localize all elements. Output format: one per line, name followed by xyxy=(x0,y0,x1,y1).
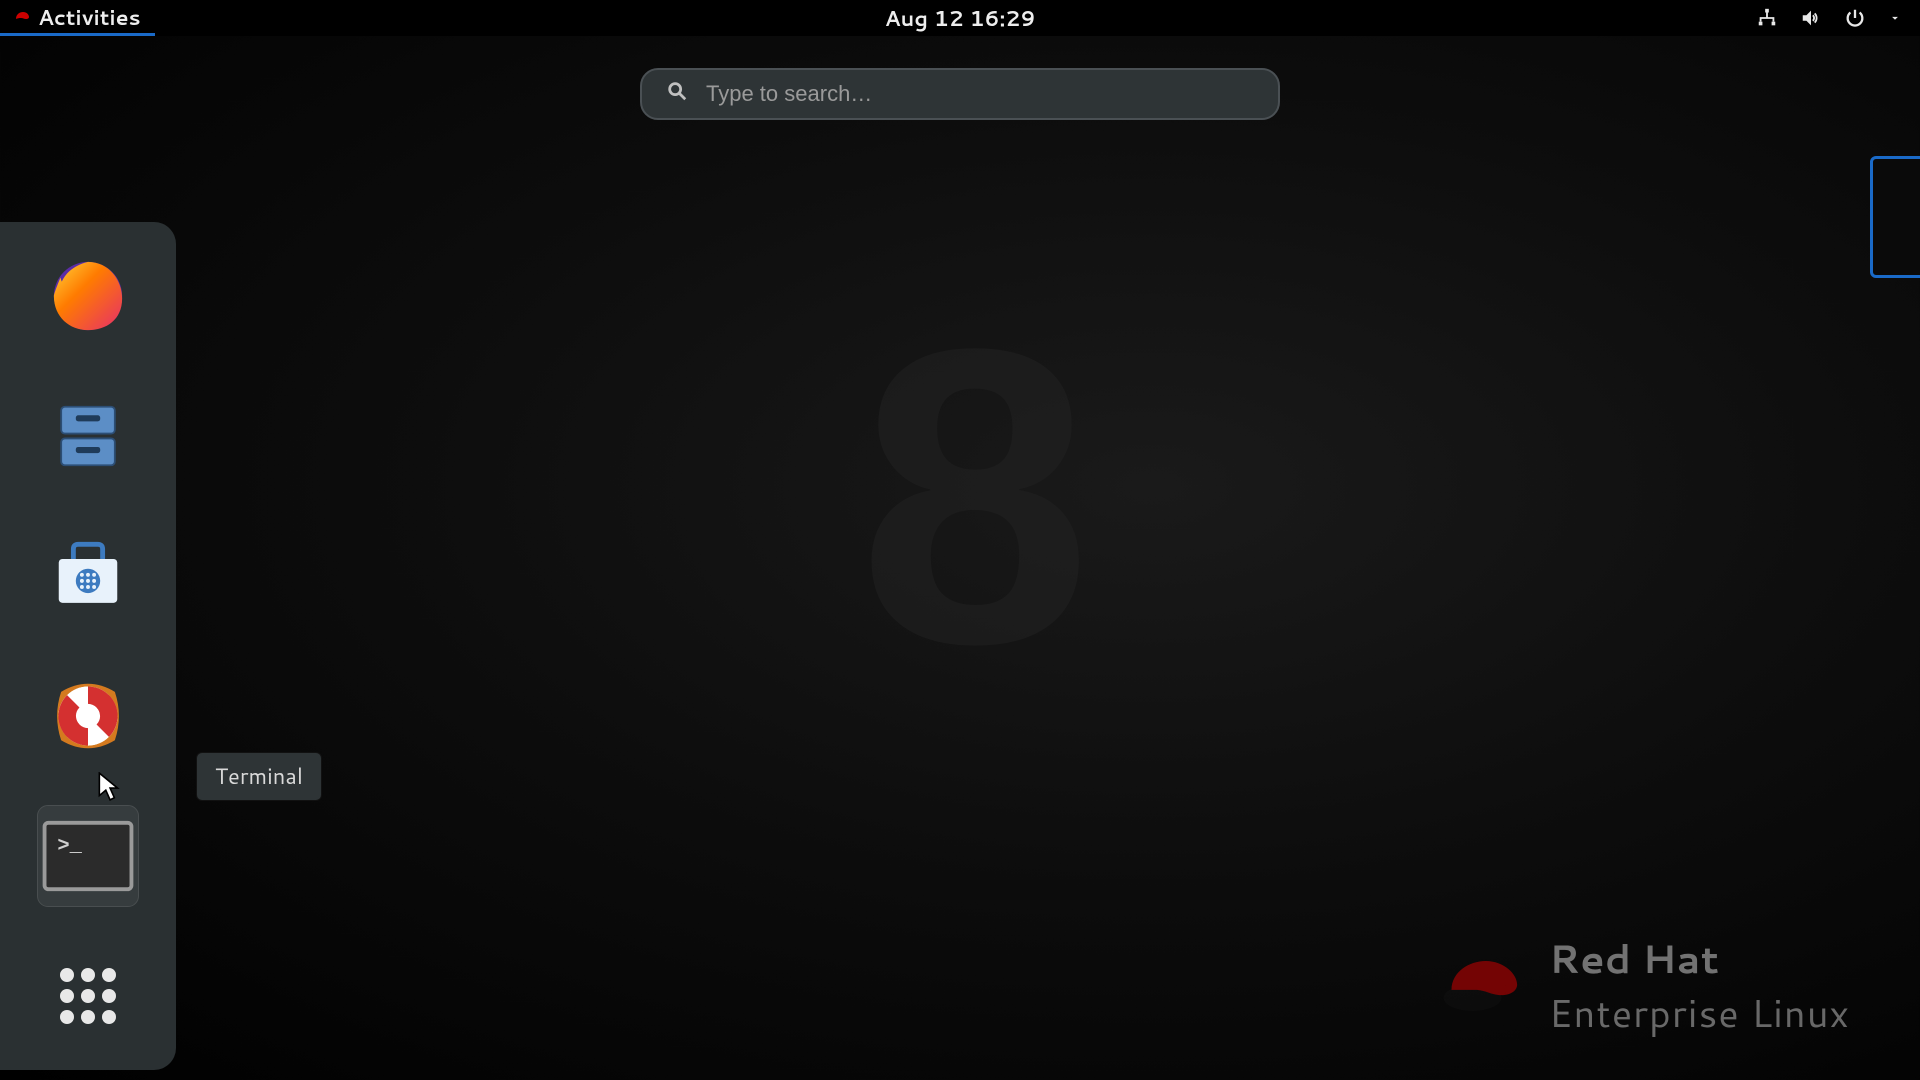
mouse-cursor-icon xyxy=(98,772,120,808)
chevron-down-icon xyxy=(1888,11,1902,25)
terminal-icon: >_ xyxy=(42,817,134,895)
dock-item-firefox[interactable] xyxy=(38,246,138,346)
clock[interactable]: Aug 12 16:29 xyxy=(885,3,1036,33)
svg-text:>_: >_ xyxy=(57,835,82,858)
top-bar: Activities Aug 12 16:29 xyxy=(0,0,1920,36)
power-icon xyxy=(1844,7,1866,29)
brand-line1: Red Hat xyxy=(1549,929,1850,986)
dock-item-files[interactable] xyxy=(38,386,138,486)
apps-grid-icon xyxy=(53,961,123,1031)
dock-item-show-apps[interactable] xyxy=(38,946,138,1046)
activities-button[interactable]: Activities xyxy=(0,0,155,36)
dock-item-terminal[interactable]: >_ xyxy=(38,806,138,906)
dock-tooltip: Terminal xyxy=(196,752,322,801)
dash-dock: >_ xyxy=(0,222,176,1070)
dock-item-help[interactable] xyxy=(38,666,138,766)
status-area[interactable] xyxy=(1756,7,1920,29)
search-box[interactable] xyxy=(640,68,1280,120)
brand-line2: Enterprise Linux xyxy=(1549,986,1850,1040)
help-icon xyxy=(45,673,131,759)
volume-icon xyxy=(1800,7,1822,29)
firefox-icon xyxy=(46,254,130,338)
search-container xyxy=(640,68,1280,120)
software-icon xyxy=(49,537,127,615)
dock-item-software[interactable] xyxy=(38,526,138,626)
os-branding: Red Hat Enterprise Linux xyxy=(1441,929,1850,1040)
network-icon xyxy=(1756,7,1778,29)
redhat-logo-icon xyxy=(14,9,30,25)
activities-label: Activities xyxy=(38,2,141,32)
files-icon xyxy=(49,397,127,475)
redhat-logo-icon xyxy=(1441,950,1525,1020)
search-icon xyxy=(666,80,688,108)
workspace-thumbnail[interactable] xyxy=(1870,156,1920,278)
search-input[interactable] xyxy=(706,81,1254,107)
wallpaper-glyph: 8 xyxy=(858,255,1062,738)
